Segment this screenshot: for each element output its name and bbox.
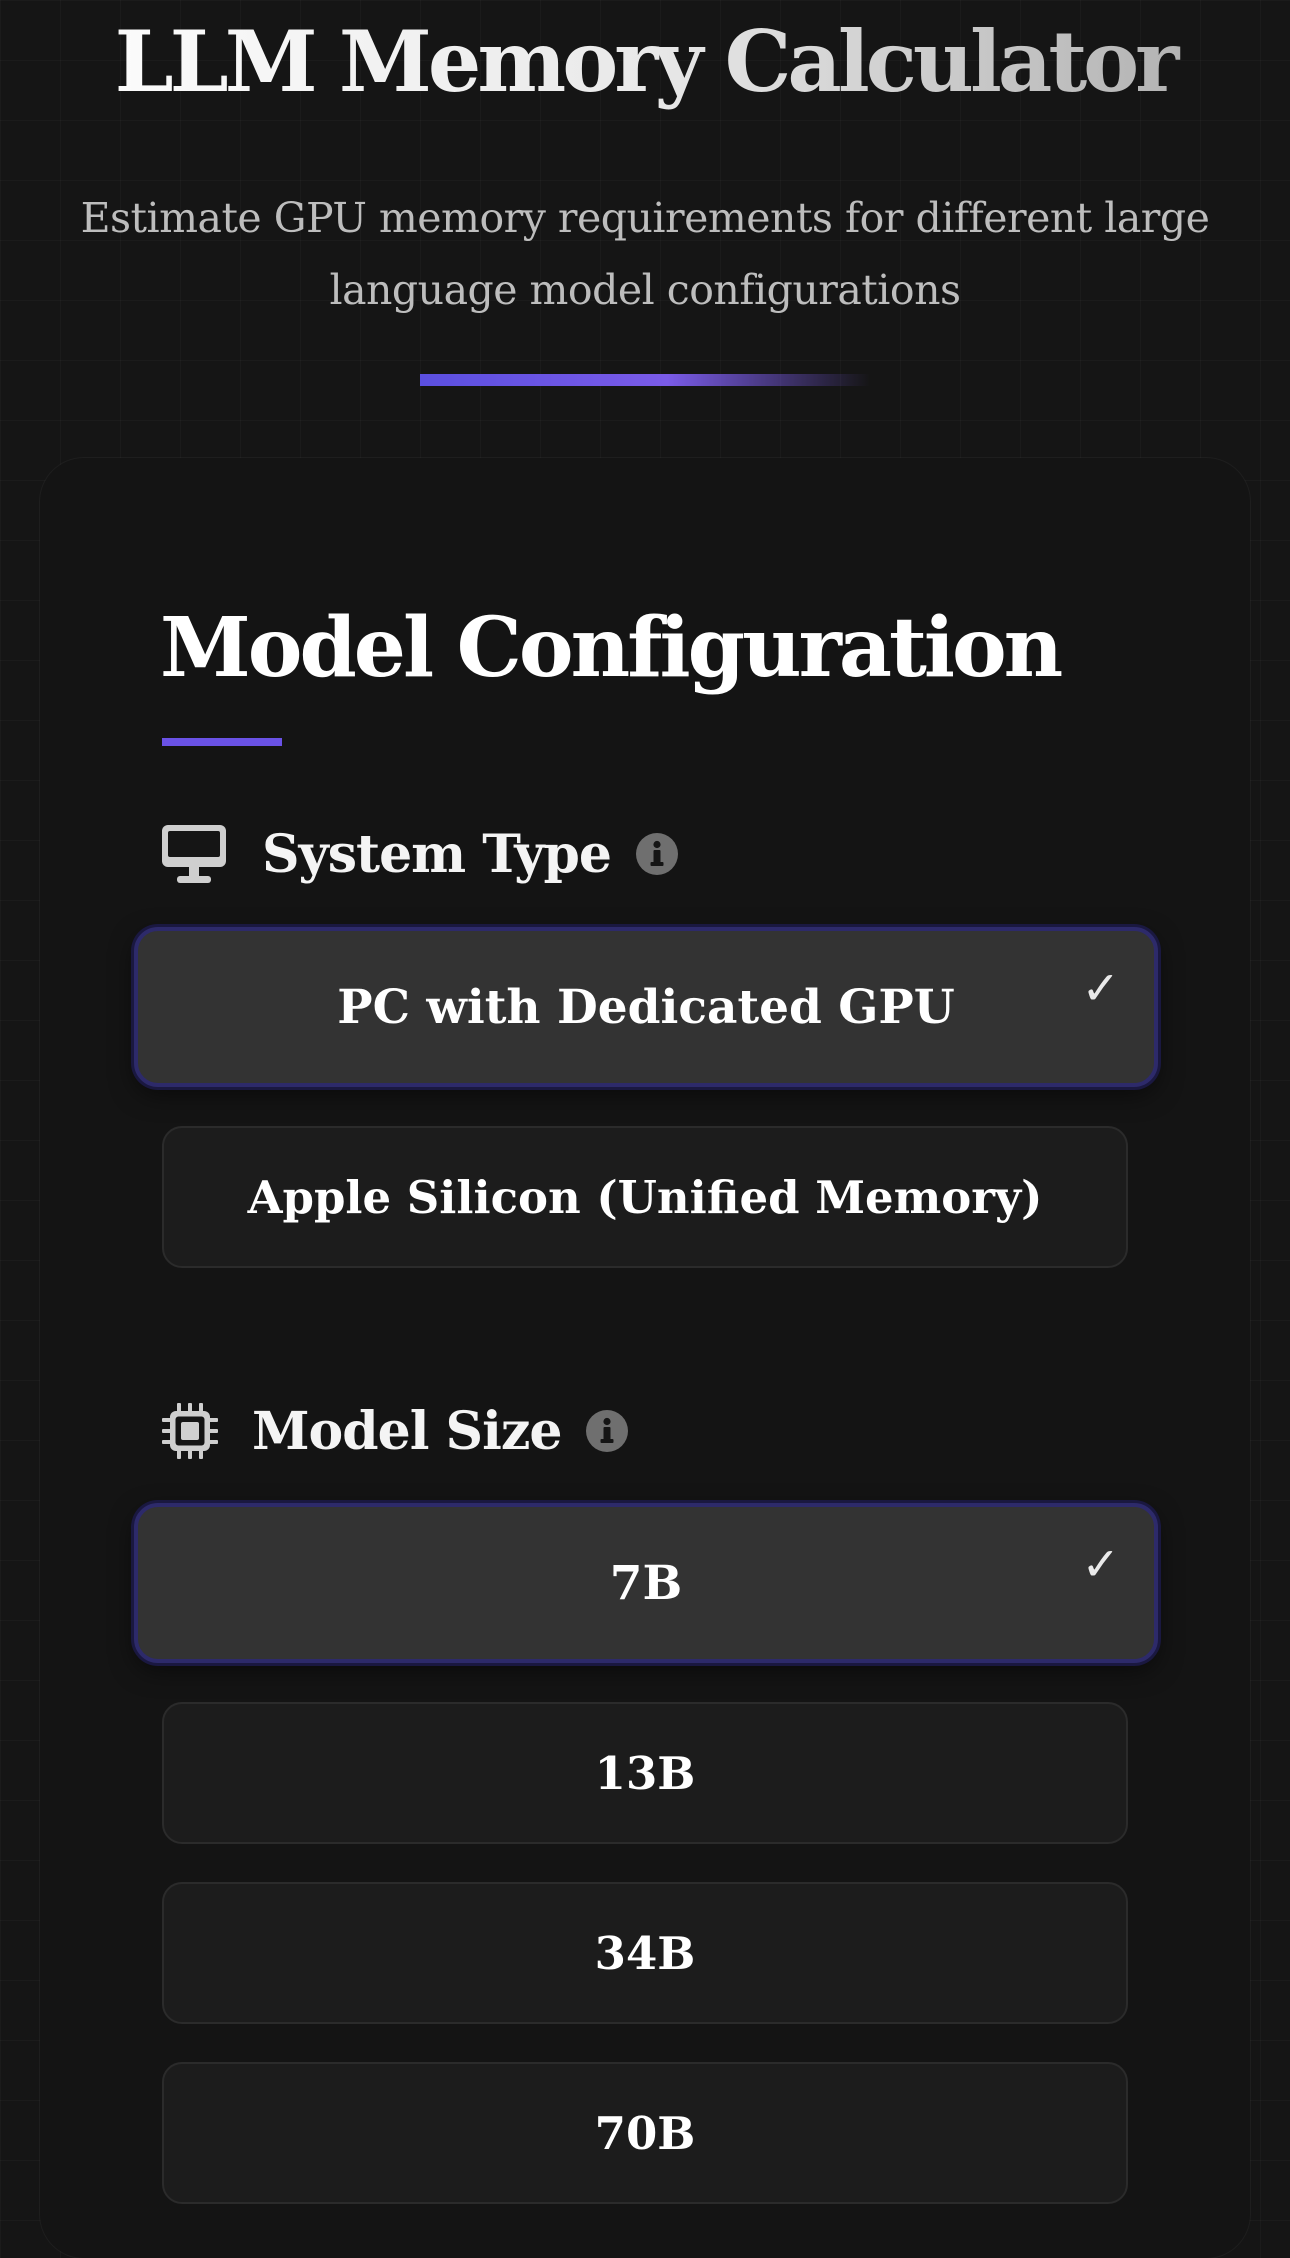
monitor-icon: [160, 820, 228, 888]
system-type-label-row: System Type: [160, 819, 679, 889]
model-size-option-70b[interactable]: 70B: [162, 2062, 1128, 2204]
chip-icon: [160, 1397, 220, 1465]
system-type-label: System Type: [262, 823, 612, 885]
selected-check-icon: ✓: [1081, 961, 1120, 1015]
section-title: Model Configuration: [160, 600, 1063, 696]
model-size-option-label: 7B: [609, 1555, 683, 1611]
model-size-option-label: 13B: [594, 1746, 696, 1800]
model-size-option-7b[interactable]: 7B ✓: [134, 1503, 1158, 1663]
app-title: LLM Memory Calculator: [0, 4, 1290, 120]
model-size-option-13b[interactable]: 13B: [162, 1702, 1128, 1844]
system-option-label: PC with Dedicated GPU: [337, 979, 955, 1035]
model-size-option-label: 34B: [594, 1926, 696, 1980]
model-size-option-34b[interactable]: 34B: [162, 1882, 1128, 2024]
model-size-label-row: Model Size: [160, 1396, 629, 1466]
system-option-label: Apple Silicon (Unified Memory): [247, 1170, 1043, 1224]
app-subtitle: Estimate GPU memory requirements for dif…: [80, 194, 1210, 314]
model-size-label: Model Size: [252, 1400, 562, 1462]
system-option-pc-gpu[interactable]: PC with Dedicated GPU ✓: [134, 927, 1158, 1087]
section-title-underline: [162, 738, 282, 746]
header-accent-bar: [420, 374, 870, 386]
system-option-apple-silicon[interactable]: Apple Silicon (Unified Memory): [162, 1126, 1128, 1268]
model-size-info-icon[interactable]: [585, 1409, 629, 1453]
model-size-option-label: 70B: [594, 2106, 696, 2160]
selected-check-icon: ✓: [1081, 1537, 1120, 1591]
system-type-info-icon[interactable]: [635, 832, 679, 876]
